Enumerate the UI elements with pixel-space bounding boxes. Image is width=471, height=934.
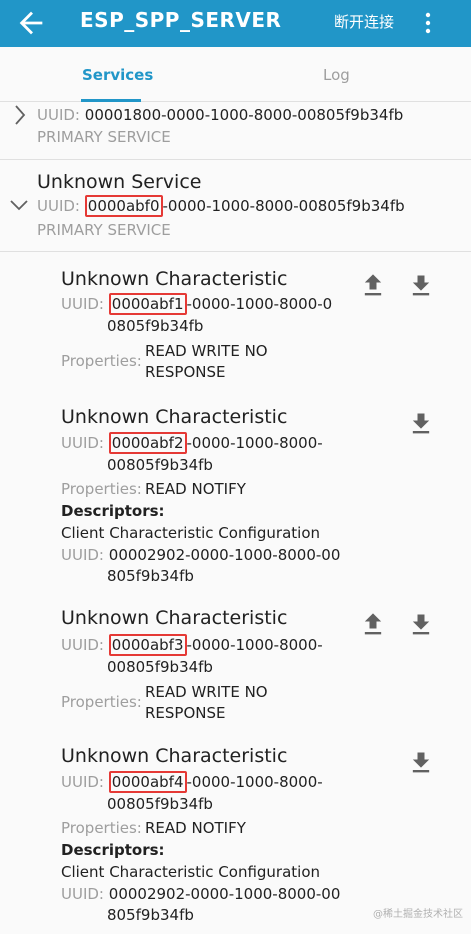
properties-value: RESPONSE bbox=[145, 363, 226, 381]
characteristic-item: Unknown Characteristic UUID: 0000abf3 -00… bbox=[0, 607, 471, 729]
characteristic-uuid: 00805f9b34fb bbox=[107, 795, 213, 813]
uuid-label: UUID: bbox=[61, 434, 104, 452]
characteristic-uuid: -0000-1000-8000- bbox=[186, 773, 323, 791]
back-arrow-icon[interactable] bbox=[14, 6, 48, 40]
descriptors-label: Descriptors: bbox=[61, 841, 165, 859]
upload-icon[interactable] bbox=[359, 611, 387, 639]
download-icon[interactable] bbox=[407, 410, 435, 438]
upload-icon[interactable] bbox=[359, 272, 387, 300]
uuid-highlight: 0000abf4 bbox=[108, 771, 187, 793]
uuid-label: UUID: bbox=[37, 197, 80, 215]
service-type: PRIMARY SERVICE bbox=[37, 221, 171, 239]
properties-label: Properties: bbox=[61, 693, 142, 711]
tab-services[interactable]: Services bbox=[82, 66, 153, 84]
properties-value: READ NOTIFY bbox=[145, 480, 246, 498]
characteristic-uuid: 00805f9b34fb bbox=[107, 658, 213, 676]
properties-value: READ WRITE NO bbox=[145, 342, 268, 360]
properties-label: Properties: bbox=[61, 480, 142, 498]
descriptor-uuid: 00002902-0000-1000-8000-00 bbox=[108, 546, 341, 564]
characteristic-uuid: -0000-1000-8000-0 bbox=[186, 295, 333, 313]
chevron-right-icon[interactable] bbox=[12, 104, 28, 126]
service-type: PRIMARY SERVICE bbox=[37, 128, 171, 146]
uuid-highlight: 0000abf0 bbox=[84, 195, 163, 217]
disconnect-button[interactable]: 断开连接 bbox=[334, 11, 394, 32]
download-icon[interactable] bbox=[407, 272, 435, 300]
properties-value: READ WRITE NO bbox=[145, 683, 268, 701]
characteristic-uuid: -0000-1000-8000- bbox=[186, 636, 323, 654]
characteristic-item: Unknown Characteristic UUID: 0000abf1 -00… bbox=[0, 268, 471, 390]
characteristic-name: Unknown Characteristic bbox=[61, 607, 288, 629]
properties-label: Properties: bbox=[61, 819, 142, 837]
uuid-label: UUID: bbox=[61, 885, 104, 903]
descriptor-uuid: 00002902-0000-1000-8000-00 bbox=[108, 885, 341, 903]
service-item[interactable]: UUID: 00001800-0000-1000-8000-00805f9b34… bbox=[0, 102, 471, 160]
service-name: Unknown Service bbox=[37, 171, 202, 193]
descriptor-name: Client Characteristic Configuration bbox=[61, 524, 321, 542]
tab-bar: Services Log bbox=[0, 47, 471, 102]
descriptor-name: Client Characteristic Configuration bbox=[61, 863, 321, 881]
characteristic-name: Unknown Characteristic bbox=[61, 268, 288, 290]
uuid-highlight: 0000abf3 bbox=[108, 634, 187, 656]
device-title: ESP_SPP_SERVER bbox=[80, 8, 282, 32]
download-icon[interactable] bbox=[407, 611, 435, 639]
uuid-label: UUID: bbox=[37, 106, 80, 124]
descriptors-label: Descriptors: bbox=[61, 502, 165, 520]
uuid-label: UUID: bbox=[61, 773, 104, 791]
uuid-label: UUID: bbox=[61, 636, 104, 654]
service-uuid: 00001800-0000-1000-8000-00805f9b34fb bbox=[84, 106, 404, 124]
uuid-highlight: 0000abf2 bbox=[108, 432, 187, 454]
watermark: @稀土掘金技术社区 bbox=[373, 909, 463, 920]
service-item[interactable]: Unknown Service UUID: 0000abf0 -0000-1000… bbox=[0, 160, 471, 252]
characteristic-uuid: 00805f9b34fb bbox=[107, 456, 213, 474]
descriptor-uuid: 805f9b34fb bbox=[107, 567, 194, 585]
descriptor-uuid: 805f9b34fb bbox=[107, 906, 194, 924]
download-icon[interactable] bbox=[407, 749, 435, 777]
characteristic-uuid: -0000-1000-8000- bbox=[186, 434, 323, 452]
tab-log[interactable]: Log bbox=[323, 66, 350, 84]
characteristic-uuid: 0805f9b34fb bbox=[107, 317, 204, 335]
characteristic-name: Unknown Characteristic bbox=[61, 745, 288, 767]
uuid-label: UUID: bbox=[61, 546, 104, 564]
uuid-label: UUID: bbox=[61, 295, 104, 313]
characteristic-item: Unknown Characteristic UUID: 0000abf2 -00… bbox=[0, 406, 471, 588]
properties-value: RESPONSE bbox=[145, 704, 226, 722]
characteristic-name: Unknown Characteristic bbox=[61, 406, 288, 428]
uuid-highlight: 0000abf1 bbox=[108, 293, 187, 315]
more-vert-icon[interactable] bbox=[418, 8, 438, 38]
properties-value: READ NOTIFY bbox=[145, 819, 246, 837]
chevron-down-icon[interactable] bbox=[9, 198, 29, 212]
characteristic-item: Unknown Characteristic UUID: 0000abf4 -00… bbox=[0, 745, 471, 927]
service-uuid: -0000-1000-8000-00805f9b34fb bbox=[162, 197, 405, 215]
app-bar: ESP_SPP_SERVER 断开连接 bbox=[0, 0, 471, 47]
properties-label: Properties: bbox=[61, 352, 142, 370]
